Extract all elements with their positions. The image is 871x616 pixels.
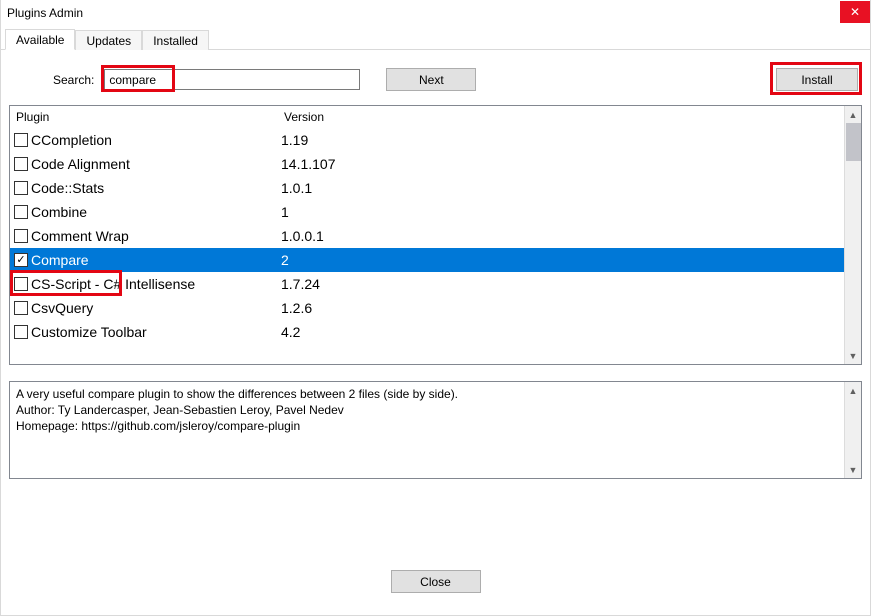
row-checkbox[interactable] — [14, 181, 28, 195]
plugin-list-panel: Plugin Version CCompletion 1.19 Code Ali… — [9, 105, 862, 365]
search-input[interactable] — [104, 69, 360, 90]
search-label: Search: — [53, 73, 94, 87]
table-row[interactable]: CCompletion 1.19 — [10, 128, 844, 152]
row-plugin-name: CsvQuery — [31, 300, 281, 316]
row-plugin-name: Customize Toolbar — [31, 324, 281, 340]
row-plugin-version: 2 — [281, 252, 844, 268]
table-row[interactable]: ✓ Compare 2 — [10, 248, 844, 272]
row-plugin-name: Compare — [31, 252, 281, 268]
window-close-button[interactable]: ✕ — [840, 1, 870, 23]
description-panel: A very useful compare plugin to show the… — [9, 381, 862, 479]
row-plugin-name: CS-Script - C# Intellisense — [31, 276, 281, 292]
row-checkbox[interactable] — [14, 157, 28, 171]
tab-updates[interactable]: Updates — [75, 30, 142, 50]
chevron-down-icon: ▼ — [849, 465, 858, 475]
close-button[interactable]: Close — [391, 570, 481, 593]
table-row[interactable]: Code Alignment 14.1.107 — [10, 152, 844, 176]
row-plugin-version: 1.2.6 — [281, 300, 844, 316]
description-line: Homepage: https://github.com/jsleroy/com… — [16, 419, 300, 433]
scroll-up-button[interactable]: ▲ — [845, 106, 861, 123]
scroll-down-button[interactable]: ▼ — [845, 461, 861, 478]
list-scrollbar[interactable]: ▲ ▼ — [844, 106, 861, 364]
bottom-bar: Close — [1, 570, 870, 593]
chevron-down-icon: ▼ — [849, 351, 858, 361]
description-scrollbar[interactable]: ▲ ▼ — [844, 382, 861, 478]
description-line: Author: Ty Landercasper, Jean-Sebastien … — [16, 403, 344, 417]
row-checkbox[interactable] — [14, 277, 28, 291]
row-plugin-name: Comment Wrap — [31, 228, 281, 244]
row-plugin-version: 1 — [281, 204, 844, 220]
check-icon: ✓ — [16, 255, 25, 266]
row-checkbox[interactable]: ✓ — [14, 253, 28, 267]
tab-available[interactable]: Available — [5, 29, 75, 50]
row-plugin-version: 1.19 — [281, 132, 844, 148]
row-plugin-name: Combine — [31, 204, 281, 220]
row-checkbox[interactable] — [14, 325, 28, 339]
table-row[interactable]: Comment Wrap 1.0.0.1 — [10, 224, 844, 248]
table-row[interactable]: Combine 1 — [10, 200, 844, 224]
row-plugin-version: 1.0.1 — [281, 180, 844, 196]
plugin-list-rows: CCompletion 1.19 Code Alignment 14.1.107… — [10, 128, 844, 344]
row-checkbox[interactable] — [14, 301, 28, 315]
description-line: A very useful compare plugin to show the… — [16, 387, 458, 401]
row-plugin-version: 1.7.24 — [281, 276, 844, 292]
row-plugin-version: 14.1.107 — [281, 156, 844, 172]
table-row[interactable]: Customize Toolbar 4.2 — [10, 320, 844, 344]
install-button[interactable]: Install — [776, 68, 858, 91]
close-icon: ✕ — [850, 5, 860, 19]
chevron-up-icon: ▲ — [849, 386, 858, 396]
titlebar: Plugins Admin ✕ — [1, 0, 870, 26]
chevron-up-icon: ▲ — [849, 110, 858, 120]
row-plugin-version: 4.2 — [281, 324, 844, 340]
tab-installed[interactable]: Installed — [142, 30, 209, 50]
table-row[interactable]: CS-Script - C# Intellisense 1.7.24 — [10, 272, 844, 296]
row-plugin-name: Code Alignment — [31, 156, 281, 172]
table-row[interactable]: CsvQuery 1.2.6 — [10, 296, 844, 320]
row-plugin-name: CCompletion — [31, 132, 281, 148]
row-plugin-name: Code::Stats — [31, 180, 281, 196]
row-checkbox[interactable] — [14, 205, 28, 219]
plugin-list-header: Plugin Version — [10, 106, 844, 128]
scroll-down-button[interactable]: ▼ — [845, 347, 861, 364]
window-title: Plugins Admin — [7, 6, 83, 20]
scroll-up-button[interactable]: ▲ — [845, 382, 861, 399]
search-row: Search: Next Install — [11, 68, 860, 91]
row-checkbox[interactable] — [14, 133, 28, 147]
table-row[interactable]: Code::Stats 1.0.1 — [10, 176, 844, 200]
tabstrip: Available Updates Installed — [1, 28, 870, 50]
column-header-plugin[interactable]: Plugin — [10, 110, 282, 124]
row-plugin-version: 1.0.0.1 — [281, 228, 844, 244]
next-button[interactable]: Next — [386, 68, 476, 91]
description-text: A very useful compare plugin to show the… — [10, 382, 844, 478]
column-header-version[interactable]: Version — [282, 110, 844, 124]
scroll-thumb[interactable] — [846, 123, 861, 161]
row-checkbox[interactable] — [14, 229, 28, 243]
